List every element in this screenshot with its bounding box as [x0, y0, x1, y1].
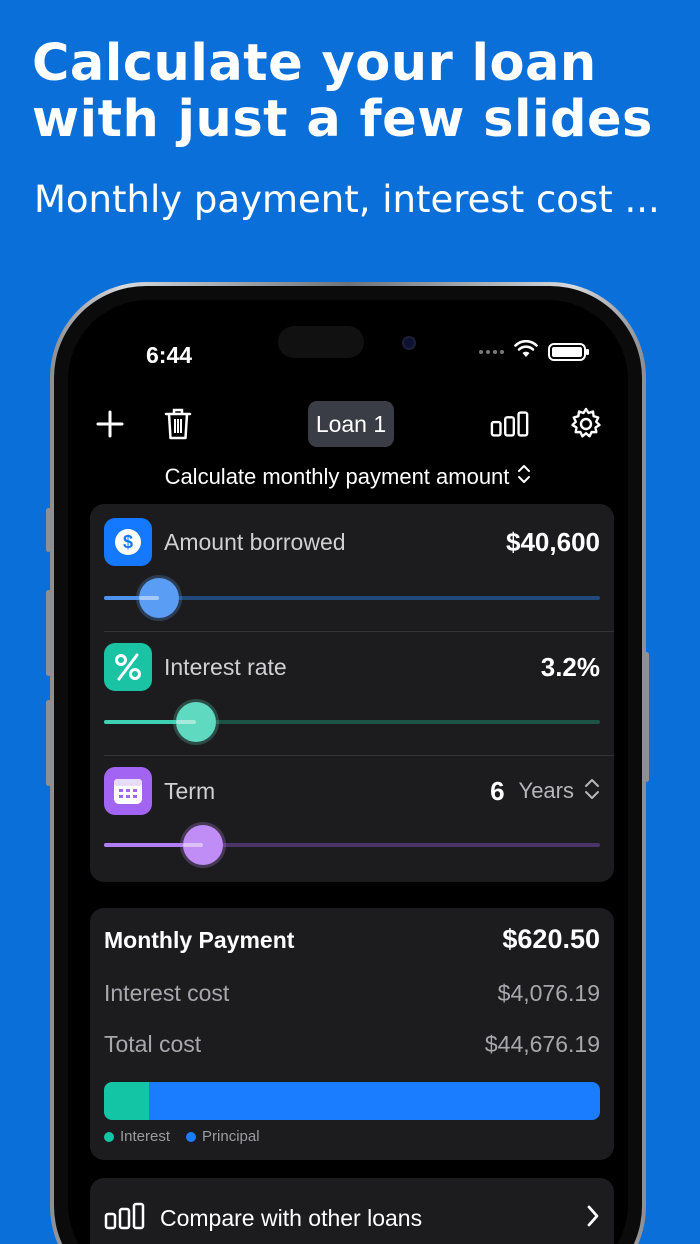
total-cost-value: $44,676.19	[484, 1031, 600, 1057]
term-row: Term 6 Years	[104, 767, 600, 815]
term-slider-knob[interactable]	[183, 825, 224, 865]
term-label: Term	[164, 777, 216, 804]
loan-name: Loan 1	[315, 410, 387, 437]
loan-inputs-card: $ Amount borrowed $40,600 Interest rate	[90, 504, 614, 882]
signal-dots-icon	[479, 349, 504, 354]
rate-slider[interactable]	[104, 702, 600, 742]
total-cost-label: Total cost	[104, 1031, 202, 1057]
term-unit-chevron-icon[interactable]	[584, 777, 600, 806]
camera-lens	[402, 336, 416, 350]
amount-slider[interactable]	[104, 578, 600, 618]
monthly-payment-label: Monthly Payment	[104, 927, 295, 953]
svg-text:$: $	[123, 532, 133, 552]
compare-label: Compare with other loans	[160, 1204, 423, 1231]
interest-segment	[104, 1082, 150, 1120]
interest-cost-value: $4,076.19	[497, 980, 600, 1006]
calendar-icon	[104, 767, 152, 815]
status-time: 6:44	[146, 342, 193, 368]
wifi-icon	[514, 339, 538, 363]
trash-icon[interactable]	[158, 404, 198, 444]
monthly-payment-value: $620.50	[502, 924, 600, 954]
marketing-subline: Monthly payment, interest cost ...	[34, 178, 660, 221]
battery-icon	[548, 342, 589, 361]
amount-slider-knob[interactable]	[138, 578, 179, 618]
phone-screen: 6:44 Loan 1 Calculate monthly payment am…	[68, 300, 628, 1244]
row-divider	[104, 755, 614, 756]
loan-selector[interactable]: Loan 1	[308, 401, 394, 447]
chevron-right-icon	[586, 1204, 600, 1233]
principal-segment	[149, 1082, 600, 1120]
dynamic-island	[278, 326, 364, 358]
amount-value: $40,600	[506, 526, 600, 557]
rate-label: Interest rate	[164, 653, 287, 680]
rate-row: Interest rate 3.2%	[104, 643, 600, 691]
calculation-mode-selector[interactable]: Calculate monthly payment amount	[68, 464, 628, 490]
rate-slider-knob[interactable]	[175, 702, 216, 742]
cost-legend: Interest Principal	[104, 1128, 260, 1145]
principal-legend-dot	[186, 1131, 197, 1142]
interest-cost-label: Interest cost	[104, 980, 230, 1006]
term-slider[interactable]	[104, 825, 600, 865]
interest-cost-row: Interest cost $4,076.19	[104, 980, 600, 1007]
status-indicators	[479, 339, 589, 363]
dollar-icon: $	[104, 518, 152, 566]
plus-icon[interactable]	[90, 404, 130, 444]
interest-legend-dot	[104, 1131, 114, 1142]
percent-icon	[104, 643, 152, 691]
bars-icon[interactable]	[490, 404, 530, 444]
bars-icon	[104, 1202, 146, 1235]
mode-label: Calculate monthly payment amount	[164, 464, 510, 489]
gear-icon[interactable]	[566, 404, 606, 444]
term-value: 6	[490, 775, 505, 806]
term-unit[interactable]: Years	[519, 778, 574, 804]
monthly-payment-row: Monthly Payment $620.50	[104, 924, 600, 955]
legend-principal: Principal	[202, 1128, 260, 1145]
rate-value: 3.2%	[540, 651, 600, 682]
headline-line-2: with just a few slides	[32, 90, 653, 149]
phone-frame: 6:44 Loan 1 Calculate monthly payment am…	[50, 282, 646, 1244]
amount-row: $ Amount borrowed $40,600	[104, 518, 600, 566]
amount-label: Amount borrowed	[164, 528, 346, 555]
headline-line-1: Calculate your loan	[32, 34, 597, 93]
chevron-up-down-icon	[517, 464, 531, 490]
marketing-headline: Calculate your loan with just a few slid…	[32, 36, 692, 148]
total-cost-row: Total cost $44,676.19	[104, 1031, 600, 1058]
legend-interest: Interest	[120, 1128, 171, 1145]
row-divider	[104, 631, 614, 632]
payment-summary-card: Monthly Payment $620.50 Interest cost $4…	[90, 908, 614, 1160]
cost-breakdown-bar	[104, 1082, 600, 1120]
compare-loans-button[interactable]: Compare with other loans	[90, 1178, 614, 1244]
